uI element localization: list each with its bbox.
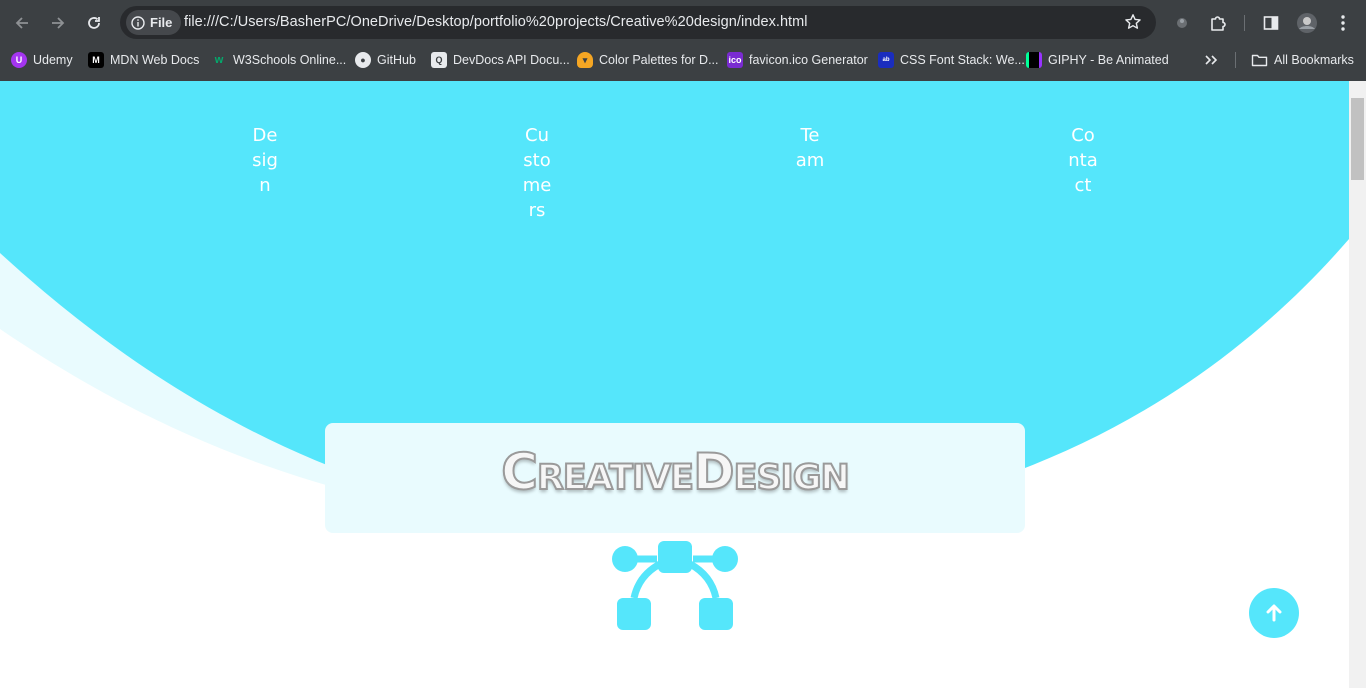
bookmark-github[interactable]: ● GitHub xyxy=(355,51,416,69)
bookmarks-divider xyxy=(1235,52,1236,68)
color-palette-icon: ▾ xyxy=(577,52,593,68)
arrow-up-icon xyxy=(1266,604,1282,622)
star-icon xyxy=(1125,14,1141,29)
bookmark-giphy[interactable]: GIPHY - Be Animated xyxy=(1026,51,1169,69)
url-text[interactable]: file:///C:/Users/BasherPC/OneDrive/Deskt… xyxy=(184,14,808,30)
all-bookmarks-button[interactable]: All Bookmarks xyxy=(1251,51,1354,69)
css-font-stack-icon: ab xyxy=(878,52,894,68)
bookmark-label: DevDocs API Docu... xyxy=(453,53,570,67)
devdocs-icon: Q xyxy=(431,52,447,68)
w3schools-icon: w xyxy=(214,54,224,66)
forward-button[interactable] xyxy=(45,10,71,36)
site-info-chip[interactable]: File xyxy=(126,10,182,35)
bookmark-label: favicon.ico Generator xyxy=(749,53,868,67)
browser-toolbar: File file:///C:/Users/BasherPC/OneDrive/… xyxy=(0,0,1366,45)
info-icon xyxy=(131,15,145,30)
page-scrollbar[interactable] xyxy=(1349,81,1366,688)
site-chip-label: File xyxy=(150,15,173,30)
forward-arrow-icon xyxy=(52,17,65,29)
bookmark-label: GitHub xyxy=(377,53,416,67)
side-panel-icon xyxy=(1263,16,1279,30)
bookmark-label: MDN Web Docs xyxy=(110,53,200,67)
bookmark-css-font-stack[interactable]: ab CSS Font Stack: We... xyxy=(878,51,1025,69)
profile-avatar-icon xyxy=(1297,13,1317,33)
back-button[interactable] xyxy=(9,10,35,36)
more-bookmarks-button[interactable] xyxy=(1204,51,1218,69)
title-card: CreativeDesign xyxy=(325,423,1025,533)
bookmark-w3schools[interactable]: w W3Schools Online... xyxy=(211,51,347,69)
nav-link-contact[interactable]: Contact xyxy=(1068,123,1098,198)
address-bar[interactable]: File file:///C:/Users/BasherPC/OneDrive/… xyxy=(120,6,1156,39)
toolbar-divider xyxy=(1244,15,1245,31)
scroll-to-top-button[interactable] xyxy=(1249,588,1299,638)
nav-link-team[interactable]: Team xyxy=(795,123,825,173)
bookmarks-bar: U Udemy M MDN Web Docs w W3Schools Onlin… xyxy=(0,45,1366,75)
page-title: CreativeDesign xyxy=(500,442,850,502)
bookmark-favicon[interactable]: ico favicon.ico Generator xyxy=(727,51,868,69)
bookmark-devdocs[interactable]: Q DevDocs API Docu... xyxy=(431,51,570,69)
giphy-icon xyxy=(1026,52,1042,68)
reload-button[interactable] xyxy=(81,10,107,36)
reload-icon xyxy=(88,17,100,29)
bookmark-label: Udemy xyxy=(33,53,73,67)
mdn-icon: M xyxy=(88,52,104,68)
web-page: Design Customers Team Contact CreativeDe… xyxy=(0,81,1349,688)
github-icon: ● xyxy=(355,52,371,68)
bookmark-label: GIPHY - Be Animated xyxy=(1048,53,1169,67)
double-chevron-icon xyxy=(1205,55,1218,65)
extension-avatar-icon xyxy=(1177,18,1187,28)
folder-icon xyxy=(1251,54,1268,67)
extensions-menu-button[interactable] xyxy=(1205,10,1231,36)
kebab-menu-icon xyxy=(1341,15,1345,31)
extension-button[interactable] xyxy=(1169,10,1195,36)
udemy-icon: U xyxy=(11,52,27,68)
bookmark-label: CSS Font Stack: We... xyxy=(900,53,1025,67)
vector-design-logo-icon xyxy=(612,541,738,630)
back-arrow-icon xyxy=(15,17,28,29)
favicon-generator-icon: ico xyxy=(727,52,743,68)
browser-chrome: File file:///C:/Users/BasherPC/OneDrive/… xyxy=(0,0,1366,81)
bookmark-label: Color Palettes for D... xyxy=(599,53,719,67)
bookmark-color-palettes[interactable]: ▾ Color Palettes for D... xyxy=(577,51,719,69)
all-bookmarks-label: All Bookmarks xyxy=(1274,53,1354,67)
bookmark-udemy[interactable]: U Udemy xyxy=(11,51,73,69)
side-panel-button[interactable] xyxy=(1258,10,1284,36)
nav-link-design[interactable]: Design xyxy=(250,123,280,198)
puzzle-icon xyxy=(1211,16,1226,31)
browser-menu-button[interactable] xyxy=(1330,10,1356,36)
bookmark-star-button[interactable] xyxy=(1124,13,1142,35)
profile-button[interactable] xyxy=(1294,10,1320,36)
scrollbar-thumb[interactable] xyxy=(1351,98,1364,180)
bookmark-label: W3Schools Online... xyxy=(233,53,347,67)
bookmark-mdn[interactable]: M MDN Web Docs xyxy=(88,51,199,69)
nav-link-customers[interactable]: Customers xyxy=(522,123,552,223)
